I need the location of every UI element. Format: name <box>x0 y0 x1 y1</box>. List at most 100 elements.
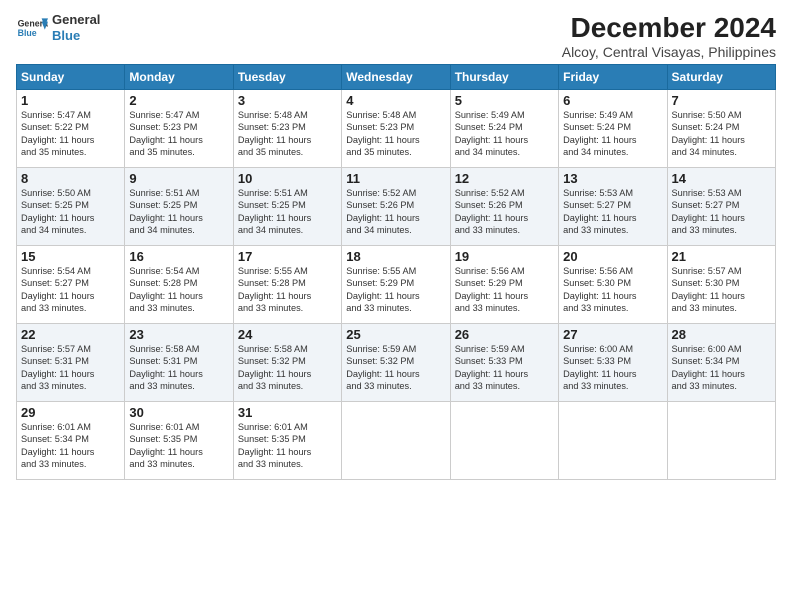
calendar-cell: 25Sunrise: 5:59 AM Sunset: 5:32 PM Dayli… <box>342 324 450 402</box>
calendar-cell: 13Sunrise: 5:53 AM Sunset: 5:27 PM Dayli… <box>559 168 667 246</box>
day-number: 2 <box>129 93 228 108</box>
calendar-cell: 7Sunrise: 5:50 AM Sunset: 5:24 PM Daylig… <box>667 90 775 168</box>
day-info: Sunrise: 5:48 AM Sunset: 5:23 PM Dayligh… <box>346 109 445 159</box>
logo-blue: Blue <box>52 28 100 44</box>
day-number: 4 <box>346 93 445 108</box>
day-info: Sunrise: 5:55 AM Sunset: 5:29 PM Dayligh… <box>346 265 445 315</box>
day-number: 1 <box>21 93 120 108</box>
col-thursday: Thursday <box>450 65 558 90</box>
day-info: Sunrise: 5:56 AM Sunset: 5:29 PM Dayligh… <box>455 265 554 315</box>
col-tuesday: Tuesday <box>233 65 341 90</box>
calendar-table: Sunday Monday Tuesday Wednesday Thursday… <box>16 64 776 480</box>
day-info: Sunrise: 5:49 AM Sunset: 5:24 PM Dayligh… <box>455 109 554 159</box>
col-monday: Monday <box>125 65 233 90</box>
day-number: 15 <box>21 249 120 264</box>
day-number: 6 <box>563 93 662 108</box>
calendar-cell: 8Sunrise: 5:50 AM Sunset: 5:25 PM Daylig… <box>17 168 125 246</box>
day-info: Sunrise: 5:47 AM Sunset: 5:23 PM Dayligh… <box>129 109 228 159</box>
calendar-cell: 23Sunrise: 5:58 AM Sunset: 5:31 PM Dayli… <box>125 324 233 402</box>
day-info: Sunrise: 5:49 AM Sunset: 5:24 PM Dayligh… <box>563 109 662 159</box>
logo: General Blue General Blue <box>16 12 100 44</box>
calendar-cell: 10Sunrise: 5:51 AM Sunset: 5:25 PM Dayli… <box>233 168 341 246</box>
day-number: 12 <box>455 171 554 186</box>
day-info: Sunrise: 6:01 AM Sunset: 5:35 PM Dayligh… <box>238 421 337 471</box>
day-number: 5 <box>455 93 554 108</box>
day-info: Sunrise: 5:57 AM Sunset: 5:30 PM Dayligh… <box>672 265 771 315</box>
calendar-week-2: 8Sunrise: 5:50 AM Sunset: 5:25 PM Daylig… <box>17 168 776 246</box>
day-info: Sunrise: 5:58 AM Sunset: 5:32 PM Dayligh… <box>238 343 337 393</box>
subtitle: Alcoy, Central Visayas, Philippines <box>562 44 776 60</box>
calendar-cell: 22Sunrise: 5:57 AM Sunset: 5:31 PM Dayli… <box>17 324 125 402</box>
day-info: Sunrise: 6:00 AM Sunset: 5:33 PM Dayligh… <box>563 343 662 393</box>
calendar-week-1: 1Sunrise: 5:47 AM Sunset: 5:22 PM Daylig… <box>17 90 776 168</box>
day-info: Sunrise: 5:52 AM Sunset: 5:26 PM Dayligh… <box>346 187 445 237</box>
col-saturday: Saturday <box>667 65 775 90</box>
day-number: 18 <box>346 249 445 264</box>
day-number: 3 <box>238 93 337 108</box>
day-number: 11 <box>346 171 445 186</box>
day-info: Sunrise: 6:01 AM Sunset: 5:35 PM Dayligh… <box>129 421 228 471</box>
calendar-cell: 11Sunrise: 5:52 AM Sunset: 5:26 PM Dayli… <box>342 168 450 246</box>
calendar-cell: 9Sunrise: 5:51 AM Sunset: 5:25 PM Daylig… <box>125 168 233 246</box>
logo-general: General <box>52 12 100 28</box>
day-info: Sunrise: 5:53 AM Sunset: 5:27 PM Dayligh… <box>672 187 771 237</box>
day-number: 17 <box>238 249 337 264</box>
day-info: Sunrise: 5:54 AM Sunset: 5:27 PM Dayligh… <box>21 265 120 315</box>
day-info: Sunrise: 5:57 AM Sunset: 5:31 PM Dayligh… <box>21 343 120 393</box>
calendar-cell: 15Sunrise: 5:54 AM Sunset: 5:27 PM Dayli… <box>17 246 125 324</box>
day-number: 27 <box>563 327 662 342</box>
calendar-week-3: 15Sunrise: 5:54 AM Sunset: 5:27 PM Dayli… <box>17 246 776 324</box>
calendar-cell: 1Sunrise: 5:47 AM Sunset: 5:22 PM Daylig… <box>17 90 125 168</box>
calendar-cell: 18Sunrise: 5:55 AM Sunset: 5:29 PM Dayli… <box>342 246 450 324</box>
day-number: 29 <box>21 405 120 420</box>
col-friday: Friday <box>559 65 667 90</box>
calendar-cell: 4Sunrise: 5:48 AM Sunset: 5:23 PM Daylig… <box>342 90 450 168</box>
calendar-cell: 5Sunrise: 5:49 AM Sunset: 5:24 PM Daylig… <box>450 90 558 168</box>
day-number: 9 <box>129 171 228 186</box>
calendar-cell: 17Sunrise: 5:55 AM Sunset: 5:28 PM Dayli… <box>233 246 341 324</box>
calendar-cell: 19Sunrise: 5:56 AM Sunset: 5:29 PM Dayli… <box>450 246 558 324</box>
calendar-cell: 24Sunrise: 5:58 AM Sunset: 5:32 PM Dayli… <box>233 324 341 402</box>
calendar-cell: 30Sunrise: 6:01 AM Sunset: 5:35 PM Dayli… <box>125 402 233 480</box>
calendar-cell: 2Sunrise: 5:47 AM Sunset: 5:23 PM Daylig… <box>125 90 233 168</box>
day-number: 25 <box>346 327 445 342</box>
logo-icon: General Blue <box>16 12 48 44</box>
calendar-cell <box>450 402 558 480</box>
day-number: 20 <box>563 249 662 264</box>
calendar-cell: 20Sunrise: 5:56 AM Sunset: 5:30 PM Dayli… <box>559 246 667 324</box>
calendar-cell: 29Sunrise: 6:01 AM Sunset: 5:34 PM Dayli… <box>17 402 125 480</box>
calendar-week-5: 29Sunrise: 6:01 AM Sunset: 5:34 PM Dayli… <box>17 402 776 480</box>
day-info: Sunrise: 5:51 AM Sunset: 5:25 PM Dayligh… <box>238 187 337 237</box>
day-info: Sunrise: 5:54 AM Sunset: 5:28 PM Dayligh… <box>129 265 228 315</box>
header: General Blue General Blue December 2024 … <box>16 12 776 60</box>
day-number: 23 <box>129 327 228 342</box>
day-number: 13 <box>563 171 662 186</box>
day-number: 14 <box>672 171 771 186</box>
page-container: General Blue General Blue December 2024 … <box>0 0 792 488</box>
calendar-cell: 3Sunrise: 5:48 AM Sunset: 5:23 PM Daylig… <box>233 90 341 168</box>
day-info: Sunrise: 5:59 AM Sunset: 5:33 PM Dayligh… <box>455 343 554 393</box>
main-title: December 2024 <box>562 12 776 44</box>
day-number: 30 <box>129 405 228 420</box>
day-info: Sunrise: 6:01 AM Sunset: 5:34 PM Dayligh… <box>21 421 120 471</box>
day-info: Sunrise: 5:55 AM Sunset: 5:28 PM Dayligh… <box>238 265 337 315</box>
calendar-cell: 6Sunrise: 5:49 AM Sunset: 5:24 PM Daylig… <box>559 90 667 168</box>
day-number: 22 <box>21 327 120 342</box>
calendar-cell: 12Sunrise: 5:52 AM Sunset: 5:26 PM Dayli… <box>450 168 558 246</box>
day-number: 7 <box>672 93 771 108</box>
day-number: 26 <box>455 327 554 342</box>
day-number: 24 <box>238 327 337 342</box>
svg-text:Blue: Blue <box>18 28 37 38</box>
day-info: Sunrise: 6:00 AM Sunset: 5:34 PM Dayligh… <box>672 343 771 393</box>
day-info: Sunrise: 5:56 AM Sunset: 5:30 PM Dayligh… <box>563 265 662 315</box>
calendar-cell <box>342 402 450 480</box>
calendar-header-row: Sunday Monday Tuesday Wednesday Thursday… <box>17 65 776 90</box>
day-number: 10 <box>238 171 337 186</box>
calendar-cell <box>559 402 667 480</box>
col-wednesday: Wednesday <box>342 65 450 90</box>
day-info: Sunrise: 5:58 AM Sunset: 5:31 PM Dayligh… <box>129 343 228 393</box>
day-number: 21 <box>672 249 771 264</box>
calendar-week-4: 22Sunrise: 5:57 AM Sunset: 5:31 PM Dayli… <box>17 324 776 402</box>
calendar-cell: 26Sunrise: 5:59 AM Sunset: 5:33 PM Dayli… <box>450 324 558 402</box>
calendar-cell: 16Sunrise: 5:54 AM Sunset: 5:28 PM Dayli… <box>125 246 233 324</box>
